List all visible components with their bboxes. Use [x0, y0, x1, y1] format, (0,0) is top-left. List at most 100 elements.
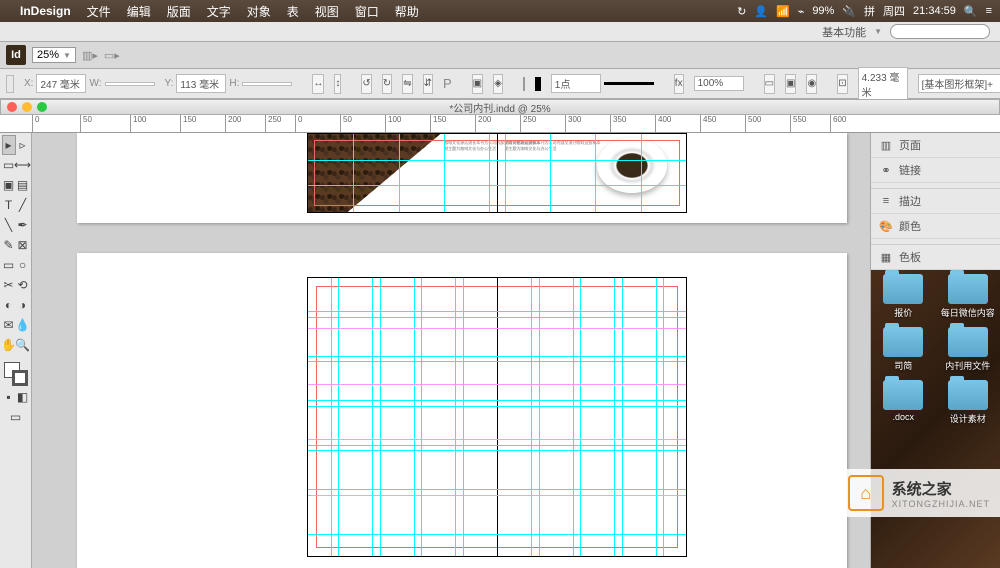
menu-layout[interactable]: 版面: [159, 3, 199, 20]
rotate-cw-icon[interactable]: ↻: [382, 74, 392, 94]
hand-tool-icon[interactable]: ✋: [2, 335, 16, 355]
menu-file[interactable]: 文件: [79, 3, 119, 20]
fit-content-icon[interactable]: ⊡: [837, 74, 847, 94]
battery-icon[interactable]: ⌁: [794, 5, 809, 18]
select-content-icon[interactable]: ◈: [493, 74, 503, 94]
panel-stroke[interactable]: ≡描边: [871, 189, 1000, 214]
reference-point-icon[interactable]: [6, 75, 14, 93]
sync-icon[interactable]: ↻: [733, 5, 750, 18]
spread-2-page[interactable]: [307, 277, 687, 557]
desktop-folder[interactable]: 每日微信内容: [940, 274, 997, 319]
notifications-icon[interactable]: ≡: [982, 5, 996, 17]
note-tool-icon[interactable]: ✉: [2, 315, 16, 335]
desktop-folder[interactable]: 报价: [875, 274, 932, 319]
w-field[interactable]: [105, 82, 155, 86]
panel-links[interactable]: ⚭链接: [871, 158, 1000, 183]
screen-mode-tool-icon[interactable]: ▭: [2, 407, 30, 427]
pen-tool-icon[interactable]: ✒: [16, 215, 30, 235]
ellipse-tool-icon[interactable]: ○: [16, 255, 30, 275]
type-tool-icon[interactable]: T: [2, 195, 16, 215]
text-wrap-none-icon[interactable]: ▭: [764, 74, 775, 94]
menu-table[interactable]: 表: [279, 3, 307, 20]
clock[interactable]: 21:34:59: [909, 5, 960, 17]
day-label[interactable]: 周四: [879, 3, 909, 19]
zoom-dropdown[interactable]: 25%▼: [32, 47, 76, 63]
desktop-folder[interactable]: 司简: [875, 327, 932, 372]
fill-stroke-icon[interactable]: [3, 361, 29, 387]
panel-pages[interactable]: ▥页面: [871, 133, 1000, 158]
minimize-button[interactable]: [22, 102, 32, 112]
wifi-icon[interactable]: 📶: [772, 5, 794, 18]
opacity-field[interactable]: 100%: [694, 76, 744, 91]
spread-2-pasteboard: [77, 253, 847, 568]
rectangle-frame-icon[interactable]: ⊠: [16, 235, 30, 255]
workspace-switcher[interactable]: 基本功能: [822, 24, 866, 40]
links-icon: ⚭: [879, 163, 893, 177]
rotate-ccw-icon[interactable]: ↺: [361, 74, 371, 94]
rectangle-tool-icon[interactable]: ▭: [2, 255, 16, 275]
user-icon[interactable]: 👤: [750, 5, 772, 18]
canvas[interactable]: 咖啡文化源远流长本刊为公司内部交流刊物欢迎投稿本期主题为咖啡文化与办公生活 咖啡…: [32, 133, 870, 568]
desktop-folder[interactable]: 内刊用文件: [940, 327, 997, 372]
selection-tool-icon[interactable]: ▸: [2, 135, 16, 155]
stroke-weight-field[interactable]: 1点: [551, 74, 601, 93]
content-placer-icon[interactable]: ▤: [16, 175, 30, 195]
search-input[interactable]: [890, 24, 990, 39]
zoom-button[interactable]: [37, 102, 47, 112]
content-collector-icon[interactable]: ▣: [2, 175, 16, 195]
spread-1-page[interactable]: 咖啡文化源远流长本刊为公司内部交流刊物欢迎投稿本期主题为咖啡文化与办公生活 咖啡…: [307, 133, 687, 213]
desktop-folder[interactable]: .docx: [875, 380, 932, 425]
w-label: W:: [89, 78, 101, 89]
transform-tool-icon[interactable]: ⟲: [16, 275, 30, 295]
apply-color-icon[interactable]: ▪: [2, 387, 16, 407]
gradient-swatch-icon[interactable]: ◐: [2, 295, 16, 315]
view-toggle-icon[interactable]: ▥▸: [82, 49, 98, 62]
menu-help[interactable]: 帮助: [387, 3, 427, 20]
menu-type[interactable]: 文字: [199, 3, 239, 20]
effects-icon[interactable]: fx: [674, 74, 684, 94]
type-path-icon[interactable]: ╱: [16, 195, 30, 215]
folder-icon: [883, 327, 923, 357]
apply-gradient-icon[interactable]: ◧: [16, 387, 30, 407]
desktop-folder[interactable]: 设计素材: [940, 380, 997, 425]
flip-h-icon[interactable]: ⇋: [402, 74, 412, 94]
pencil-tool-icon[interactable]: ✎: [2, 235, 16, 255]
zoom-tool-icon[interactable]: 🔍: [16, 335, 30, 355]
scale-y-icon[interactable]: ↕: [334, 74, 341, 94]
object-style-dropdown[interactable]: [基本图形框架]+: [918, 74, 1000, 93]
text-wrap-bound-icon[interactable]: ▣: [785, 74, 796, 94]
eyedropper-tool-icon[interactable]: 💧: [16, 315, 30, 335]
ime-indicator[interactable]: 拼: [860, 3, 879, 19]
horizontal-ruler[interactable]: 0 50 100 150 200 250 0 50 100 150 200 25…: [0, 115, 1000, 133]
fitting-field[interactable]: 4.233 毫米: [858, 67, 908, 101]
menu-window[interactable]: 窗口: [347, 3, 387, 20]
close-button[interactable]: [7, 102, 17, 112]
select-container-icon[interactable]: ▣: [472, 74, 483, 94]
watermark-title: 系统之家: [892, 478, 990, 499]
h-field[interactable]: [242, 82, 292, 86]
scale-x-icon[interactable]: ↔: [312, 74, 324, 94]
menu-edit[interactable]: 编辑: [119, 3, 159, 20]
screen-mode-icon[interactable]: ▭▸: [104, 49, 120, 62]
app-name[interactable]: InDesign: [12, 4, 79, 18]
scissors-tool-icon[interactable]: ✂: [2, 275, 16, 295]
menu-object[interactable]: 对象: [239, 3, 279, 20]
line-tool-icon[interactable]: ╲: [2, 215, 16, 235]
fill-swatch[interactable]: [523, 77, 525, 91]
stroke-swatch[interactable]: [535, 77, 541, 91]
spotlight-icon[interactable]: 🔍: [960, 5, 982, 18]
charging-icon: 🔌: [838, 5, 860, 18]
stroke-style-dropdown[interactable]: [604, 82, 654, 85]
folder-icon: [883, 274, 923, 304]
y-field[interactable]: 113 毫米: [176, 74, 226, 93]
text-wrap-shape-icon[interactable]: ◉: [806, 74, 817, 94]
flip-v-icon[interactable]: ⇵: [423, 74, 433, 94]
panel-color[interactable]: 🎨颜色: [871, 214, 1000, 239]
paragraph-icon[interactable]: P: [443, 76, 452, 91]
direct-selection-tool-icon[interactable]: ▹: [16, 135, 30, 155]
gradient-feather-icon[interactable]: ◑: [16, 295, 30, 315]
menu-view[interactable]: 视图: [307, 3, 347, 20]
x-field[interactable]: 247 毫米: [36, 74, 86, 93]
panel-swatches[interactable]: ▦色板: [871, 245, 1000, 270]
gap-tool-icon[interactable]: ⟷: [16, 155, 30, 175]
